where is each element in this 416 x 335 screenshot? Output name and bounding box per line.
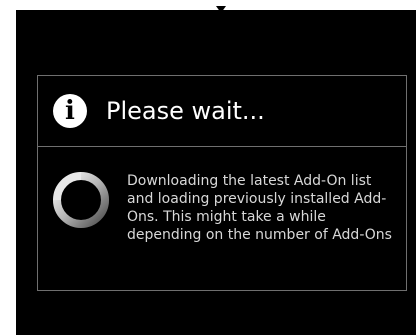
dialog-title: Please wait... [106, 97, 265, 125]
dialog-header: i Please wait... [38, 76, 406, 146]
dialog-message: Downloading the latest Add-On list and l… [127, 173, 392, 243]
dialog-divider [38, 146, 406, 147]
loading-spinner-icon [53, 172, 109, 228]
device-screen: i Please wait... Downloading the latest … [16, 6, 416, 335]
status-arrow-icon [216, 6, 226, 13]
info-icon: i [53, 94, 87, 128]
progress-dialog: i Please wait... Downloading the latest … [37, 75, 407, 291]
